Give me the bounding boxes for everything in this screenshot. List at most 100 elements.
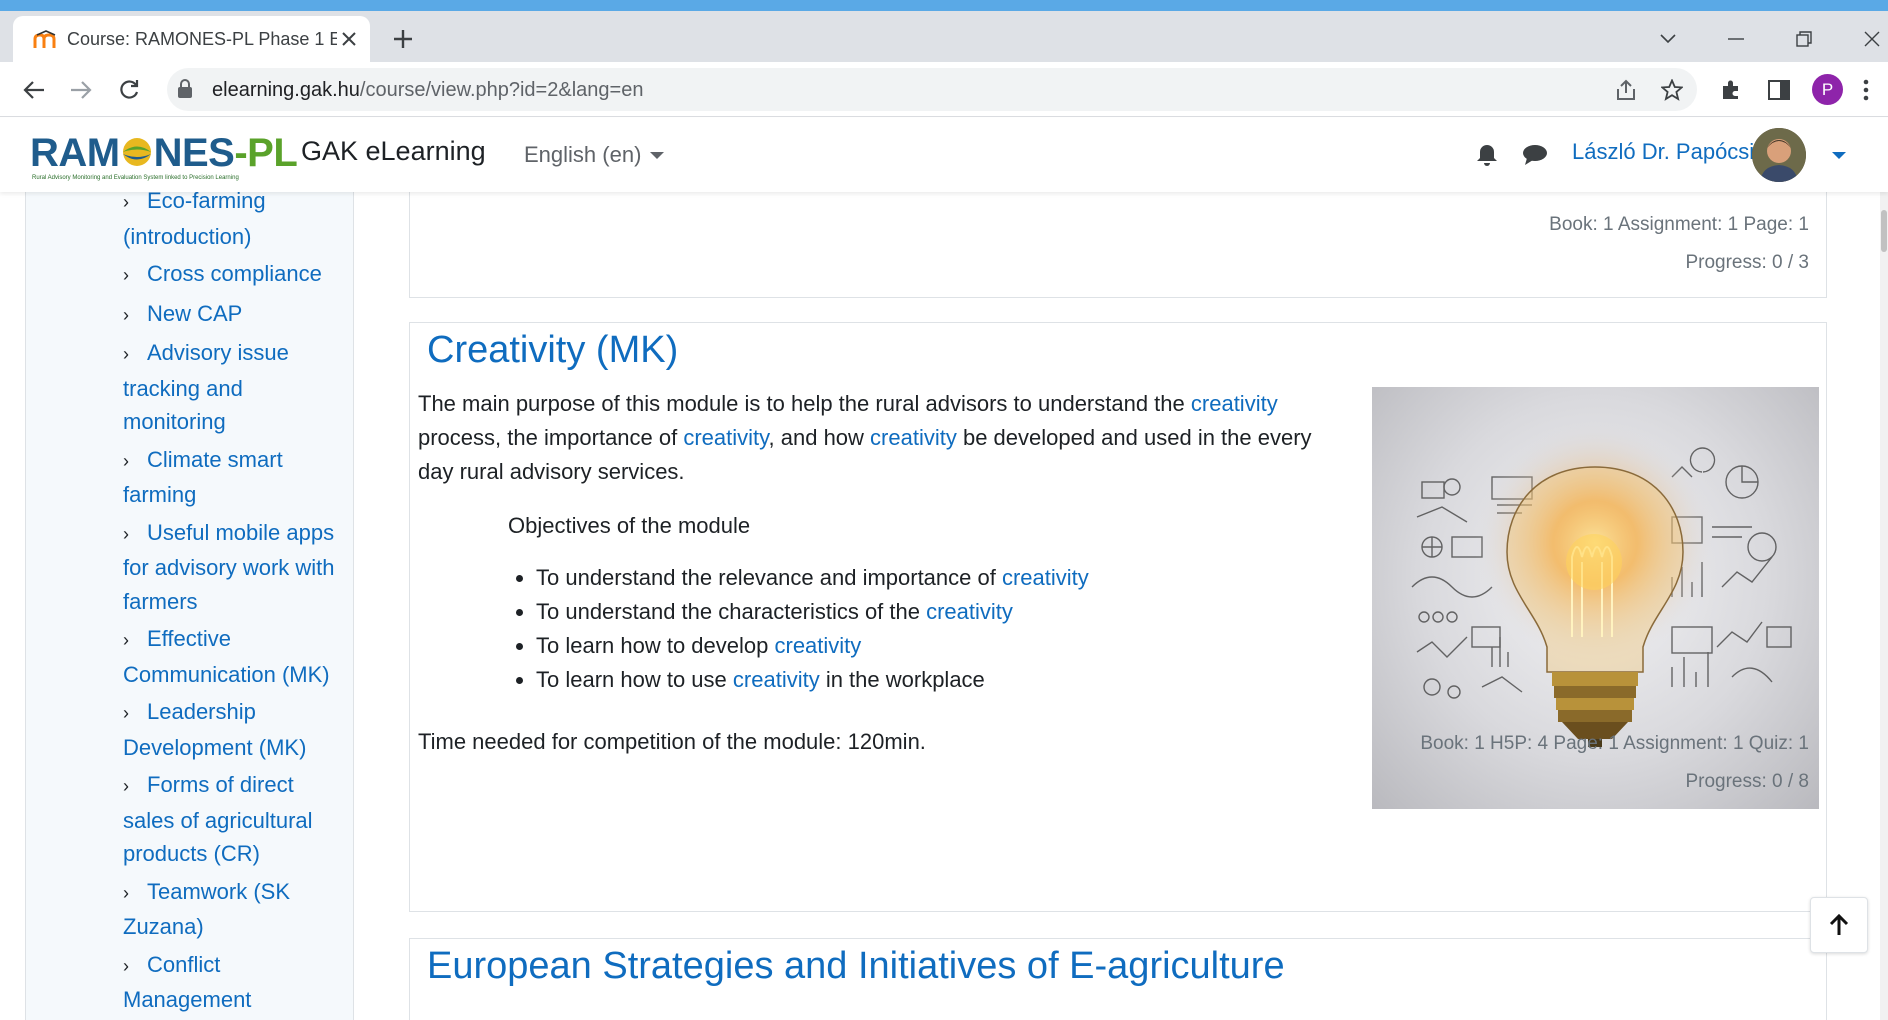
activity-counts: Book: 1 Assignment: 1 Page: 1 bbox=[1549, 214, 1809, 235]
course-index-item-label: New CAP bbox=[147, 300, 243, 326]
chevron-right-icon[interactable]: › bbox=[123, 445, 147, 479]
chevron-right-icon[interactable]: › bbox=[123, 259, 147, 293]
objective-item: To understand the relevance and importan… bbox=[536, 561, 1208, 595]
course-index-item-label: Leadership Development (MK) bbox=[123, 699, 307, 760]
course-index-item[interactable]: › Climate smart farming bbox=[123, 443, 348, 512]
language-caret-icon[interactable] bbox=[650, 152, 664, 159]
url-text: elearning.gak.hu/course/view.php?id=2&la… bbox=[212, 79, 643, 102]
language-menu[interactable]: English (en) bbox=[524, 142, 641, 168]
logo-wordmark: RAM NES-PL bbox=[30, 131, 298, 175]
bookmark-star-icon[interactable] bbox=[1655, 73, 1689, 107]
creativity-section-card: Creativity (MK) The main purpose of this… bbox=[409, 322, 1827, 912]
course-index-item-label: Teamwork (SK Zuzana) bbox=[123, 878, 291, 940]
section-title[interactable]: Creativity (MK) bbox=[427, 329, 678, 372]
user-name[interactable]: László Dr. Papócsi bbox=[1572, 139, 1754, 165]
back-arrow-icon[interactable] bbox=[17, 73, 51, 107]
course-index-item[interactable]: › Eco-farming (introduction) bbox=[123, 192, 348, 253]
site-name[interactable]: GAK eLearning bbox=[301, 136, 486, 167]
restore-icon[interactable] bbox=[1784, 21, 1824, 57]
chevron-right-icon[interactable]: › bbox=[123, 877, 147, 911]
browser-tab[interactable]: Course: RAMONES-PL Phase 1 EN bbox=[13, 16, 370, 62]
course-index-item[interactable]: › Conflict Management bbox=[123, 948, 348, 1017]
course-index-item[interactable]: › New CAP bbox=[123, 297, 348, 333]
previous-section-card: Book: 1 Assignment: 1 Page: 1 Progress: … bbox=[409, 192, 1827, 298]
glossary-link-creativity[interactable]: creativity bbox=[870, 425, 957, 450]
back-to-top-button[interactable] bbox=[1810, 897, 1868, 953]
site-logo[interactable]: RAM NES-PL Rural Advisory Monitoring and … bbox=[30, 130, 298, 182]
chevron-right-icon[interactable]: › bbox=[123, 697, 147, 731]
glossary-link-creativity[interactable]: creativity bbox=[683, 425, 768, 450]
profile-avatar[interactable]: P bbox=[1812, 74, 1843, 105]
url-path: /course/view.php?id=2&lang=en bbox=[359, 79, 644, 101]
course-index-item-label: Useful mobile apps for advisory work wit… bbox=[123, 519, 335, 614]
tab-search-icon[interactable] bbox=[1648, 21, 1688, 57]
chevron-right-icon[interactable]: › bbox=[123, 518, 147, 552]
section-summary: The main purpose of this module is to he… bbox=[418, 391, 1312, 484]
glossary-link-creativity[interactable]: creativity bbox=[1002, 565, 1089, 590]
logo-globe-icon bbox=[122, 138, 151, 166]
course-index-item[interactable]: › Useful mobile apps for advisory work wi… bbox=[123, 516, 348, 619]
chevron-right-icon[interactable]: › bbox=[123, 299, 147, 333]
course-index-item[interactable]: › Forms of direct sales of agricultural p… bbox=[123, 768, 348, 871]
glossary-link-creativity[interactable]: creativity bbox=[1191, 391, 1278, 416]
course-index-item-label: Effective Communication (MK) bbox=[123, 626, 330, 687]
course-index-item[interactable]: › Cross compliance bbox=[123, 257, 348, 293]
address-bar[interactable]: elearning.gak.hu/course/view.php?id=2&la… bbox=[167, 68, 1697, 111]
glossary-link-creativity[interactable]: creativity bbox=[733, 667, 820, 692]
objective-item: To learn how to use creativity in the wo… bbox=[536, 663, 1208, 697]
course-index-item[interactable]: › Teamwork (SK Zuzana) bbox=[123, 875, 348, 944]
course-index-item[interactable]: › Effective Communication (MK) bbox=[123, 622, 348, 691]
objective-item: To learn how to develop creativity bbox=[536, 629, 1208, 663]
activity-counts: Book: 1 H5P: 4 Page: 1 Assignment: 1 Qui… bbox=[1420, 733, 1809, 754]
browser-menu-icon[interactable] bbox=[1856, 73, 1876, 107]
minimize-icon[interactable] bbox=[1716, 21, 1756, 57]
site-navbar: RAM NES-PL Rural Advisory Monitoring and … bbox=[0, 118, 1888, 192]
course-index-item[interactable]: › Advisory issue tracking and monitoring bbox=[123, 336, 348, 439]
tab-title: Course: RAMONES-PL Phase 1 EN bbox=[67, 29, 337, 49]
page-scrollbar[interactable] bbox=[1880, 192, 1888, 1020]
objectives-list: To understand the relevance and importan… bbox=[508, 561, 1208, 697]
chevron-right-icon[interactable]: › bbox=[123, 338, 147, 372]
chevron-right-icon[interactable]: › bbox=[123, 624, 147, 658]
course-index-drawer: › Eco-farming (introduction) › Cross compli… bbox=[25, 192, 354, 1020]
course-index-item-label: Forms of direct sales of agricultural pr… bbox=[123, 772, 313, 866]
browser-toolbar: elearning.gak.hu/course/view.php?id=2&la… bbox=[0, 62, 1888, 117]
share-icon[interactable] bbox=[1609, 73, 1643, 107]
objective-item: To understand the characteristics of the… bbox=[536, 595, 1208, 629]
extensions-icon[interactable] bbox=[1714, 73, 1748, 107]
logo-tagline: Rural Advisory Monitoring and Evaluation… bbox=[32, 175, 239, 181]
chevron-right-icon[interactable]: › bbox=[123, 192, 147, 220]
progress-text: Progress: 0 / 3 bbox=[1685, 252, 1809, 273]
user-avatar[interactable] bbox=[1752, 128, 1806, 182]
forward-arrow-icon[interactable] bbox=[64, 73, 98, 107]
section-title[interactable]: European Strategies and Initiatives of E… bbox=[427, 945, 1285, 988]
chevron-right-icon[interactable]: › bbox=[123, 950, 147, 984]
url-host: elearning.gak.hu bbox=[212, 79, 360, 101]
reload-icon[interactable] bbox=[112, 73, 146, 107]
moodle-favicon-icon bbox=[33, 30, 56, 48]
close-window-icon[interactable] bbox=[1852, 21, 1888, 57]
course-index-item-label: Advisory issue tracking and monitoring bbox=[123, 340, 289, 434]
next-section-card: European Strategies and Initiatives of E… bbox=[409, 938, 1827, 1020]
course-content: Book: 1 Assignment: 1 Page: 1 Progress: … bbox=[379, 192, 1853, 1020]
time-needed-text: Time needed for competition of the modul… bbox=[418, 729, 926, 754]
close-tab-icon[interactable] bbox=[335, 25, 363, 53]
side-panel-icon[interactable] bbox=[1762, 73, 1796, 107]
user-menu-caret-icon[interactable] bbox=[1832, 152, 1846, 159]
window-frame bbox=[0, 0, 1888, 11]
new-tab-icon[interactable] bbox=[388, 24, 418, 54]
notifications-bell-icon[interactable] bbox=[1472, 140, 1502, 170]
course-index-item-label: Cross compliance bbox=[147, 261, 322, 286]
scrollbar-thumb[interactable] bbox=[1881, 210, 1887, 252]
objectives-heading: Objectives of the module bbox=[508, 513, 751, 538]
tab-strip: Course: RAMONES-PL Phase 1 EN bbox=[0, 11, 1888, 62]
glossary-link-creativity[interactable]: creativity bbox=[775, 633, 862, 658]
course-index-item[interactable]: › Leadership Development (MK) bbox=[123, 695, 348, 764]
arrow-up-icon bbox=[1829, 914, 1849, 935]
chevron-right-icon[interactable]: › bbox=[123, 770, 147, 804]
messages-chat-icon[interactable] bbox=[1520, 140, 1550, 170]
course-index-list: › Eco-farming (introduction) › Cross compli… bbox=[123, 192, 348, 1020]
glossary-link-creativity[interactable]: creativity bbox=[926, 599, 1013, 624]
progress-text: Progress: 0 / 8 bbox=[1685, 771, 1809, 792]
lock-icon bbox=[178, 79, 192, 98]
